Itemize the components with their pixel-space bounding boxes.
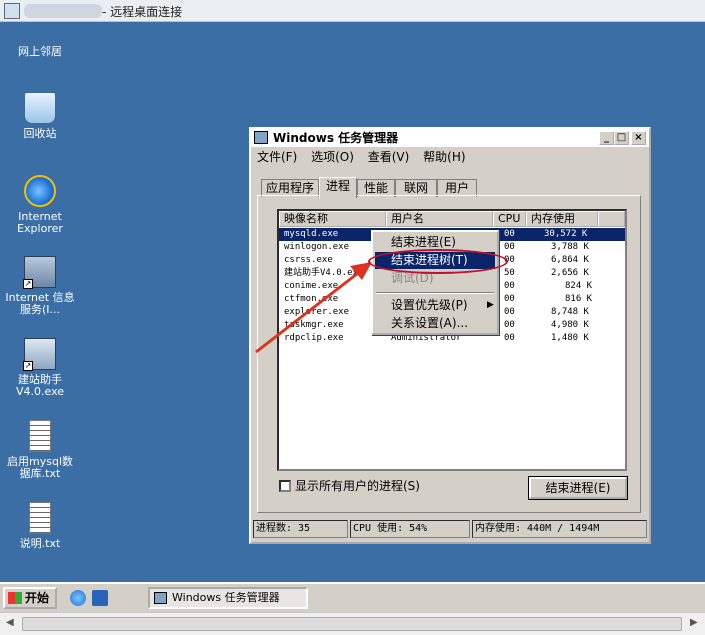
annotation-arrow-icon [255,262,372,354]
annotation-ring [368,249,508,274]
